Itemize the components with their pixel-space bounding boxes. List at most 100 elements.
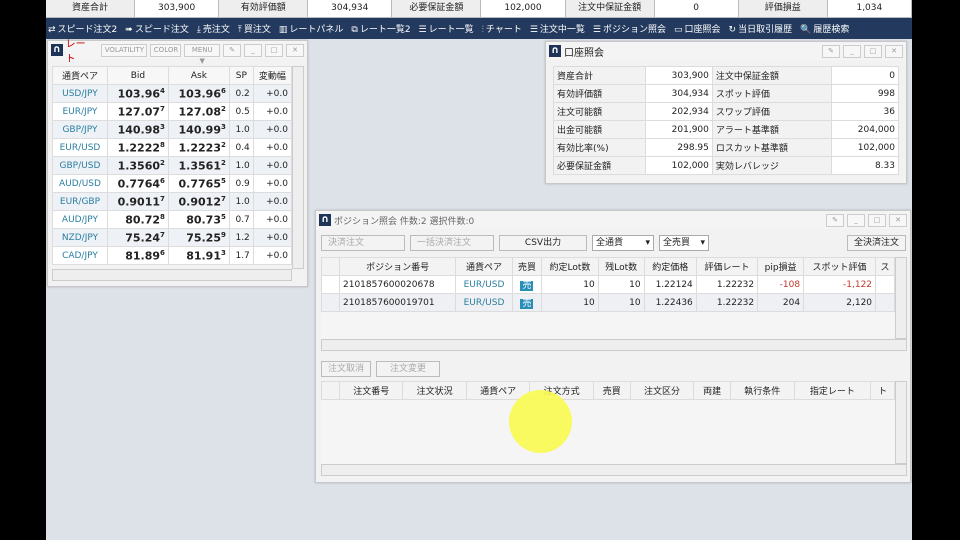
- currency-pair[interactable]: AUD/USD: [52, 174, 108, 193]
- column-header[interactable]: SP: [228, 66, 254, 85]
- nav-item[interactable]: ⫶ チャート: [482, 22, 522, 35]
- rate-row[interactable]: GBP/USD 1.35602 1.35612 1.0 +0.0: [52, 156, 293, 175]
- column-header[interactable]: 売買: [592, 381, 631, 400]
- close-all-button[interactable]: 全決済注文: [846, 235, 906, 251]
- minimize-icon[interactable]: _: [244, 43, 262, 57]
- currency-filter[interactable]: 全通貨 ▾: [592, 235, 654, 251]
- bid-price[interactable]: 80.728: [106, 210, 169, 229]
- column-header[interactable]: 評価レート: [695, 257, 759, 276]
- column-header[interactable]: 通貨ペア: [52, 66, 108, 85]
- row-checkbox[interactable]: [321, 275, 340, 294]
- rate-row[interactable]: EUR/USD 1.22228 1.22232 0.4 +0.0: [52, 138, 293, 157]
- rate-row[interactable]: AUD/JPY 80.728 80.735 0.7 +0.0: [52, 210, 293, 229]
- currency-pair[interactable]: GBP/JPY: [52, 120, 108, 139]
- maximize-icon[interactable]: □: [868, 213, 886, 227]
- horizontal-scrollbar[interactable]: [321, 339, 907, 351]
- currency-pair[interactable]: EUR/JPY: [52, 102, 108, 121]
- column-header[interactable]: 指定レート: [793, 381, 872, 400]
- rate-titlebar[interactable]: ∩ レート VOLATILITY COLOR MENU ▼ ✎ _ □ ✕: [48, 39, 307, 65]
- column-header[interactable]: Bid: [106, 66, 169, 85]
- rate-row[interactable]: AUD/USD 0.77646 0.77655 0.9 +0.0: [52, 174, 293, 193]
- bid-price[interactable]: 81.896: [106, 246, 169, 265]
- ask-price[interactable]: 75.259: [167, 228, 230, 247]
- account-titlebar[interactable]: ∩ 口座照会 ✎ _ □ ✕: [546, 42, 906, 60]
- column-header[interactable]: ポジション番号: [338, 257, 457, 276]
- row-checkbox[interactable]: [321, 293, 340, 312]
- nav-item[interactable]: ⇄ スピード注文2: [48, 22, 117, 35]
- column-header[interactable]: 約定価格: [643, 257, 697, 276]
- bid-price[interactable]: 1.35602: [106, 156, 169, 175]
- column-header[interactable]: Ask: [167, 66, 230, 85]
- pin-icon[interactable]: ✎: [822, 44, 840, 58]
- bid-price[interactable]: 127.077: [106, 102, 169, 121]
- column-header[interactable]: 執行条件: [730, 381, 795, 400]
- position-row[interactable]: 2101857600019701 EUR/USD 売 10 10 1.22436 1.222…: [321, 293, 895, 312]
- column-header[interactable]: 注文状況: [402, 381, 467, 400]
- nav-item[interactable]: 🔍 履歴検索: [800, 22, 849, 35]
- currency-pair[interactable]: EUR/GBP: [52, 192, 108, 211]
- nav-item[interactable]: ⧉ レート一覧2: [351, 22, 410, 35]
- nav-item[interactable]: ▥ レートパネル: [279, 22, 344, 35]
- horizontal-scrollbar[interactable]: [52, 269, 292, 281]
- currency-pair[interactable]: NZD/JPY: [52, 228, 108, 247]
- ask-price[interactable]: 1.35612: [167, 156, 230, 175]
- column-header[interactable]: スポット評価: [803, 257, 877, 276]
- rate-row[interactable]: GBP/JPY 140.983 140.993 1.0 +0.0: [52, 120, 293, 139]
- currency-pair[interactable]: USD/JPY: [52, 84, 108, 103]
- ask-price[interactable]: 140.993: [167, 120, 230, 139]
- nav-item[interactable]: ⤓ 売注文: [197, 22, 230, 35]
- color-button[interactable]: COLOR: [149, 43, 182, 57]
- csv-export-button[interactable]: CSV出力: [499, 235, 587, 251]
- ask-price[interactable]: 81.913: [167, 246, 230, 265]
- nav-item[interactable]: ➠ スピード注文: [125, 22, 189, 35]
- close-icon[interactable]: ✕: [889, 213, 907, 227]
- rate-row[interactable]: EUR/JPY 127.077 127.082 0.5 +0.0: [52, 102, 293, 121]
- menu-button[interactable]: MENU ▼: [184, 43, 220, 65]
- column-header[interactable]: 約定Lot数: [541, 257, 599, 276]
- currency-pair[interactable]: AUD/JPY: [52, 210, 108, 229]
- minimize-icon[interactable]: _: [843, 44, 861, 58]
- nav-item[interactable]: ▭ 口座照会: [674, 22, 721, 35]
- maximize-icon[interactable]: □: [864, 44, 882, 58]
- cancel-order-dropdown[interactable]: 注文取消: [321, 361, 372, 377]
- column-header[interactable]: ス: [875, 257, 895, 276]
- close-order-dropdown[interactable]: 決済注文: [321, 235, 405, 251]
- rate-row[interactable]: CAD/JPY 81.896 81.913 1.7 +0.0: [52, 246, 293, 265]
- column-header[interactable]: pip損益: [757, 257, 805, 276]
- nav-item[interactable]: ☰ レート一覧: [419, 22, 474, 35]
- modify-order-button[interactable]: 注文変更: [376, 361, 441, 377]
- vertical-scrollbar[interactable]: [895, 381, 907, 464]
- close-icon[interactable]: ✕: [885, 44, 903, 58]
- ask-price[interactable]: 1.22232: [167, 138, 230, 157]
- column-header[interactable]: 変動幅: [252, 66, 293, 85]
- select-all-checkbox[interactable]: [321, 381, 340, 400]
- bid-price[interactable]: 0.90117: [106, 192, 169, 211]
- ask-price[interactable]: 0.90127: [167, 192, 230, 211]
- bid-price[interactable]: 140.983: [106, 120, 169, 139]
- rate-row[interactable]: EUR/GBP 0.90117 0.90127 1.0 +0.0: [52, 192, 293, 211]
- column-header[interactable]: 注文番号: [338, 381, 404, 400]
- vertical-scrollbar[interactable]: [895, 257, 907, 339]
- vertical-scrollbar[interactable]: [292, 66, 304, 269]
- ask-price[interactable]: 80.735: [167, 210, 230, 229]
- bulk-close-dropdown[interactable]: 一括決済注文: [410, 235, 494, 251]
- bid-price[interactable]: 75.247: [106, 228, 169, 247]
- close-icon[interactable]: ✕: [286, 43, 304, 57]
- nav-item[interactable]: ↻ 当日取引履歴: [729, 22, 793, 35]
- nav-item[interactable]: ☰ ポジション照会: [593, 22, 666, 35]
- rate-row[interactable]: USD/JPY 103.964 103.966 0.2 +0.0: [52, 84, 293, 103]
- volatility-button[interactable]: VOLATILITY: [100, 43, 147, 57]
- minimize-icon[interactable]: _: [847, 213, 865, 227]
- column-header[interactable]: 注文区分: [629, 381, 695, 400]
- ask-price[interactable]: 127.082: [167, 102, 230, 121]
- bid-price[interactable]: 1.22228: [106, 138, 169, 157]
- bid-price[interactable]: 103.964: [106, 84, 169, 103]
- column-header[interactable]: 通貨ペア: [455, 257, 513, 276]
- currency-pair[interactable]: GBP/USD: [52, 156, 108, 175]
- pin-icon[interactable]: ✎: [826, 213, 844, 227]
- column-header[interactable]: 売買: [511, 257, 543, 276]
- ask-price[interactable]: 103.966: [167, 84, 230, 103]
- side-filter[interactable]: 全売買 ▾: [659, 235, 709, 251]
- column-header[interactable]: 両建: [693, 381, 732, 400]
- rate-row[interactable]: NZD/JPY 75.247 75.259 1.2 +0.0: [52, 228, 293, 247]
